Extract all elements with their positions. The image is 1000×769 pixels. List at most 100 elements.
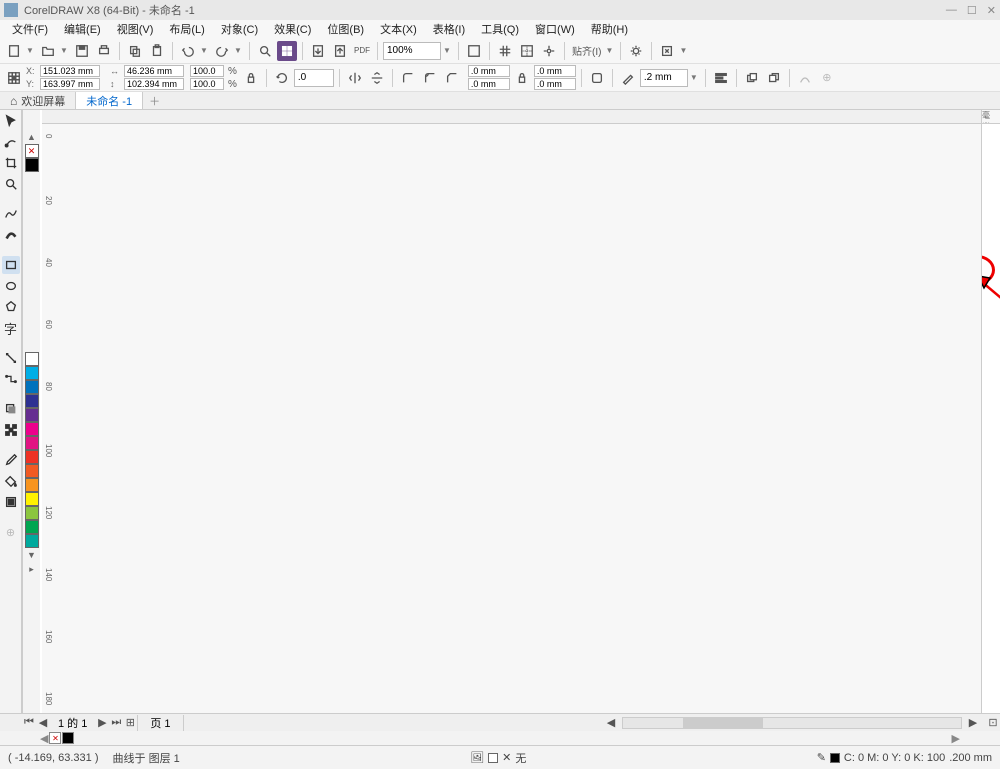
swatch[interactable]: [25, 352, 39, 366]
swatch[interactable]: [25, 520, 39, 534]
palette-up[interactable]: ▲: [27, 130, 36, 144]
snap-label[interactable]: 贴齐(I): [570, 43, 603, 58]
next-page-button[interactable]: ▶: [95, 716, 109, 729]
grid-button[interactable]: [495, 41, 515, 61]
corner-chamfer-button[interactable]: [442, 68, 462, 88]
search-button[interactable]: [255, 41, 275, 61]
scale-y-input[interactable]: [190, 78, 224, 90]
scale-x-input[interactable]: [190, 65, 224, 77]
first-page-button[interactable]: ⏮: [22, 716, 36, 729]
swatch[interactable]: [25, 506, 39, 520]
pick-tool[interactable]: [2, 112, 20, 130]
menu-view[interactable]: 视图(V): [109, 21, 162, 37]
menu-help[interactable]: 帮助(H): [583, 21, 636, 37]
ruler-horizontal[interactable]: 020406080100120140160180200220240260毫米: [982, 110, 1000, 124]
x-input[interactable]: [40, 65, 100, 77]
scroll-thumb[interactable]: [683, 718, 763, 728]
app-launcher-button[interactable]: [277, 41, 297, 61]
parallel-dim-tool[interactable]: [2, 349, 20, 367]
launch-dropdown[interactable]: ▼: [679, 46, 689, 55]
menu-file[interactable]: 文件(F): [4, 21, 56, 37]
options-button[interactable]: [626, 41, 646, 61]
ruler-origin[interactable]: [42, 110, 982, 124]
swatch[interactable]: [25, 464, 39, 478]
smart-fill-tool[interactable]: [2, 493, 20, 511]
menu-effects[interactable]: 效果(C): [266, 21, 319, 37]
outline-dropdown[interactable]: ▼: [690, 73, 700, 82]
zoom-input[interactable]: [383, 42, 441, 60]
fill-tool[interactable]: [2, 472, 20, 490]
menu-bitmaps[interactable]: 位图(B): [319, 21, 372, 37]
connector-tool[interactable]: [2, 370, 20, 388]
swatch-black[interactable]: [25, 158, 39, 172]
swatch[interactable]: [25, 450, 39, 464]
ruler-vertical[interactable]: 020406080100120140160180: [42, 124, 982, 713]
menu-layout[interactable]: 布局(L): [161, 21, 212, 37]
corner2-input[interactable]: [468, 78, 510, 90]
fullscreen-button[interactable]: [464, 41, 484, 61]
paste-button[interactable]: [147, 41, 167, 61]
snap-dropdown[interactable]: ▼: [605, 46, 615, 55]
swatch[interactable]: [25, 534, 39, 548]
back-button[interactable]: [764, 68, 784, 88]
open-button[interactable]: [38, 41, 58, 61]
mirror-h-button[interactable]: [345, 68, 365, 88]
palette-next[interactable]: ▶: [952, 732, 960, 745]
outline-width-input[interactable]: [640, 69, 688, 87]
scroll-right[interactable]: ▶: [966, 716, 980, 729]
zoom-dropdown[interactable]: ▼: [443, 46, 453, 55]
new-tab-button[interactable]: ＋: [143, 93, 166, 109]
swatch[interactable]: [25, 422, 39, 436]
open-dropdown[interactable]: ▼: [60, 46, 70, 55]
shape-tool[interactable]: [2, 133, 20, 151]
menu-table[interactable]: 表格(I): [425, 21, 473, 37]
lock-ratio-button[interactable]: [241, 68, 261, 88]
undo-dropdown[interactable]: ▼: [200, 46, 210, 55]
import-button[interactable]: [308, 41, 328, 61]
menu-text[interactable]: 文本(X): [372, 21, 425, 37]
polygon-tool[interactable]: [2, 298, 20, 316]
text-wrap-button[interactable]: [711, 68, 731, 88]
menu-window[interactable]: 窗口(W): [527, 21, 583, 37]
guides-button[interactable]: [517, 41, 537, 61]
swatch[interactable]: [25, 436, 39, 450]
corner3-input[interactable]: [534, 65, 576, 77]
y-input[interactable]: [40, 78, 100, 90]
transparency-tool[interactable]: [2, 421, 20, 439]
ellipse-tool[interactable]: [2, 277, 20, 295]
page-tab-1[interactable]: 页 1: [137, 715, 183, 731]
rel-corner-button[interactable]: [587, 68, 607, 88]
palette-prev[interactable]: ◀: [40, 732, 48, 745]
new-button[interactable]: [4, 41, 24, 61]
corner-round-button[interactable]: [398, 68, 418, 88]
mirror-v-button[interactable]: [367, 68, 387, 88]
prev-page-button[interactable]: ◀: [36, 716, 50, 729]
corner-lock-button[interactable]: [512, 68, 532, 88]
minimize-button[interactable]: —: [946, 4, 957, 17]
doc-swatch-black[interactable]: [62, 732, 74, 744]
scroll-left[interactable]: ◀: [604, 716, 618, 729]
swatch-none[interactable]: [25, 144, 39, 158]
swatch[interactable]: [25, 380, 39, 394]
text-tool[interactable]: 字: [2, 319, 20, 337]
corner-scallop-button[interactable]: [420, 68, 440, 88]
palette-expand[interactable]: ▸: [29, 562, 34, 577]
print-button[interactable]: [94, 41, 114, 61]
crop-tool[interactable]: [2, 154, 20, 172]
tab-document[interactable]: 未命名 -1: [76, 92, 143, 109]
height-input[interactable]: [124, 78, 184, 90]
export-button[interactable]: [330, 41, 350, 61]
maximize-button[interactable]: ☐: [967, 4, 977, 17]
menu-tools[interactable]: 工具(Q): [473, 21, 527, 37]
swatch[interactable]: [25, 478, 39, 492]
front-button[interactable]: [742, 68, 762, 88]
undo-button[interactable]: [178, 41, 198, 61]
swatch[interactable]: [25, 394, 39, 408]
last-page-button[interactable]: ⏭: [109, 716, 123, 729]
redo-button[interactable]: [212, 41, 232, 61]
corner4-input[interactable]: [534, 78, 576, 90]
copy-button[interactable]: [125, 41, 145, 61]
zoom-tool[interactable]: [2, 175, 20, 193]
save-button[interactable]: [72, 41, 92, 61]
convert-curves-button[interactable]: [795, 68, 815, 88]
